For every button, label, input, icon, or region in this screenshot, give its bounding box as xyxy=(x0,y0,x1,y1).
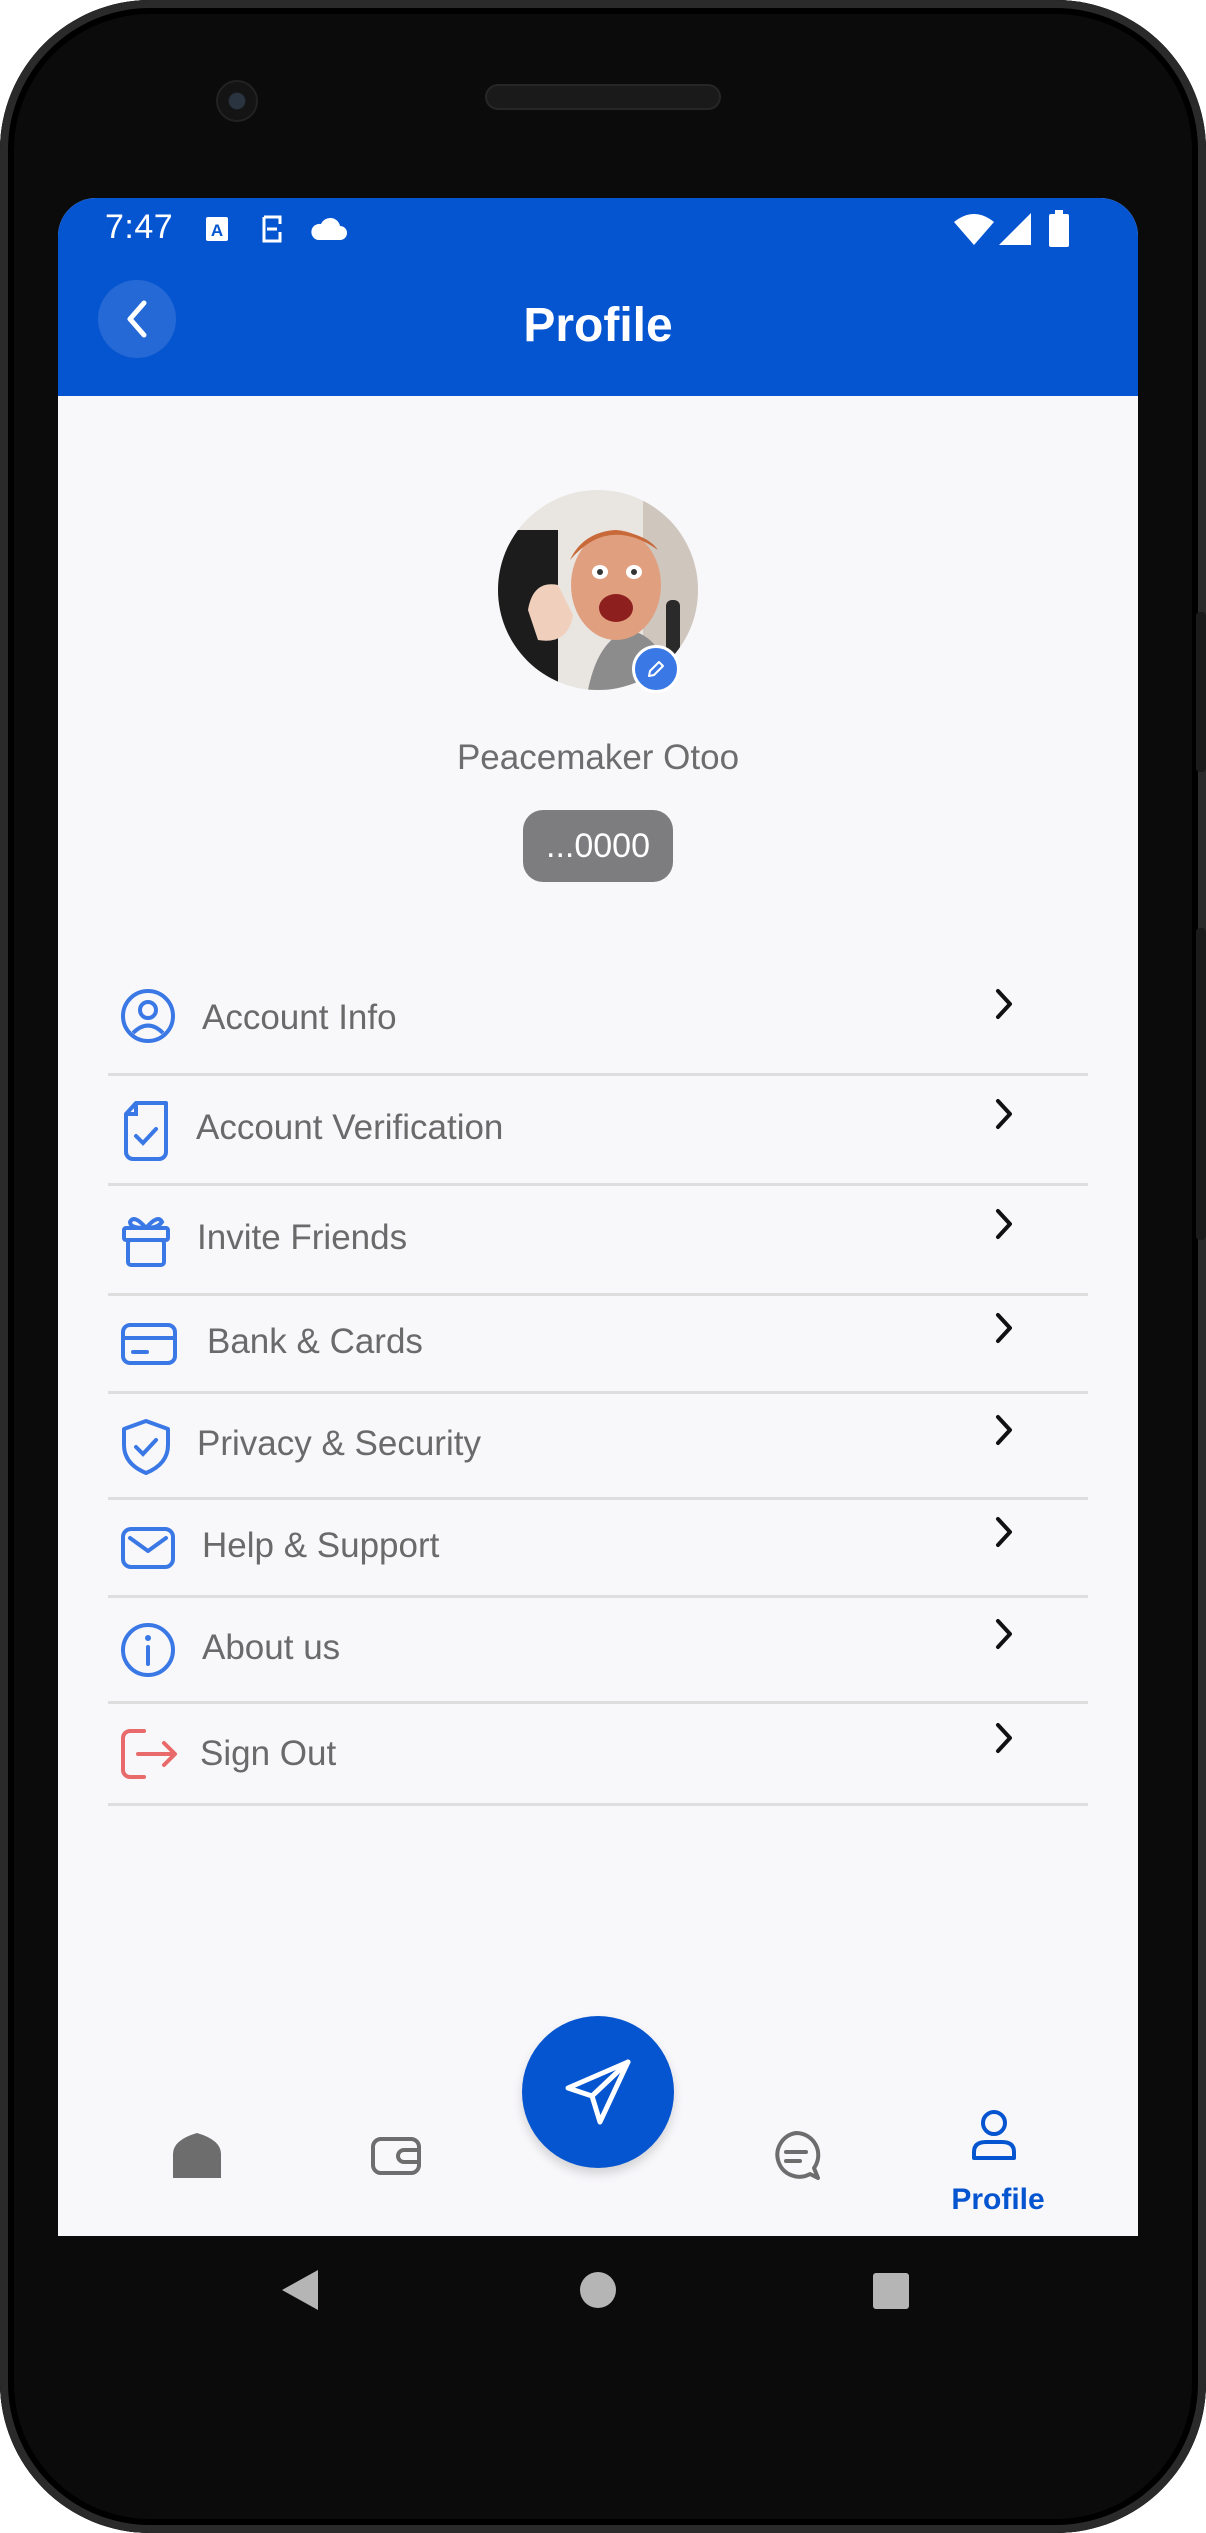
menu-item-label: Privacy & Security xyxy=(197,1424,481,1463)
menu-item-invite-friends[interactable]: Invite Friends xyxy=(108,1186,1088,1296)
notification-a-icon: A xyxy=(206,217,228,241)
battery-icon xyxy=(1049,210,1069,247)
pencil-icon xyxy=(648,661,664,677)
system-nav-bar xyxy=(58,2236,1138,2366)
menu-item-account-verification[interactable]: Account Verification xyxy=(108,1076,1088,1186)
info-icon xyxy=(121,1623,175,1677)
menu-item-label: Invite Friends xyxy=(197,1218,408,1257)
menu-item-label: Account Verification xyxy=(196,1108,504,1147)
menu-item-label: About us xyxy=(202,1628,341,1667)
status-time: 7:47 xyxy=(105,208,174,246)
mail-icon xyxy=(121,1527,175,1569)
power-button xyxy=(1196,612,1206,772)
earpiece-speaker xyxy=(485,84,721,110)
menu-item-label: Bank & Cards xyxy=(207,1322,423,1361)
menu-item-label: Sign Out xyxy=(200,1734,337,1773)
phone-frame: 7:47 A Profile Peacemaker Otoo ...0000 A… xyxy=(0,0,1206,2533)
chevron-right-icon xyxy=(996,1723,1012,1753)
signal-icon xyxy=(999,213,1031,245)
system-home-icon[interactable] xyxy=(578,2270,618,2310)
divider xyxy=(108,1803,1088,1806)
nav-label-profile[interactable]: Profile xyxy=(908,2183,1088,2217)
menu-item-label: Help & Support xyxy=(202,1526,440,1565)
notification-sim-icon xyxy=(262,215,282,243)
profile-icon[interactable] xyxy=(970,2108,1018,2162)
chevron-right-icon xyxy=(996,1517,1012,1547)
credit-card-icon xyxy=(121,1323,177,1365)
sign-out-icon xyxy=(121,1729,177,1779)
chevron-right-icon xyxy=(996,989,1012,1019)
cloud-icon xyxy=(311,217,347,240)
gift-icon xyxy=(122,1217,170,1267)
chevron-right-icon xyxy=(996,1099,1012,1129)
chevron-right-icon xyxy=(996,1619,1012,1649)
svg-text:A: A xyxy=(211,221,223,240)
menu-item-sign-out[interactable]: Sign Out xyxy=(108,1704,1088,1806)
home-icon[interactable] xyxy=(170,2130,224,2180)
menu-item-about-us[interactable]: About us xyxy=(108,1598,1088,1704)
menu-item-label: Account Info xyxy=(202,998,397,1037)
edit-avatar-button[interactable] xyxy=(632,645,680,693)
system-back-icon[interactable] xyxy=(280,2268,320,2312)
system-recents-icon[interactable] xyxy=(872,2272,910,2310)
page-title: Profile xyxy=(523,299,673,352)
chevron-right-icon xyxy=(996,1209,1012,1239)
app-screen: 7:47 A Profile Peacemaker Otoo ...0000 A… xyxy=(58,198,1138,2236)
volume-button xyxy=(1196,928,1206,1240)
front-camera xyxy=(216,80,258,122)
shield-check-icon xyxy=(122,1419,170,1475)
profile-name: Peacemaker Otoo xyxy=(456,738,740,777)
menu-item-help-support[interactable]: Help & Support xyxy=(108,1500,1088,1598)
chevron-right-icon xyxy=(996,1313,1012,1343)
account-number-badge: ...0000 xyxy=(523,810,673,882)
app-bar: 7:47 A Profile xyxy=(58,198,1138,396)
menu-item-bank-cards[interactable]: Bank & Cards xyxy=(108,1296,1088,1394)
wifi-icon xyxy=(954,214,994,245)
send-icon xyxy=(565,2059,631,2125)
wallet-icon[interactable] xyxy=(370,2136,422,2176)
menu-item-account-info[interactable]: Account Info xyxy=(108,938,1088,1076)
chevron-right-icon xyxy=(996,1415,1012,1445)
document-check-icon xyxy=(124,1101,168,1161)
send-button[interactable] xyxy=(522,2016,674,2168)
user-circle-icon xyxy=(121,989,175,1043)
menu-item-privacy-security[interactable]: Privacy & Security xyxy=(108,1394,1088,1500)
status-bar: 7:47 A xyxy=(58,198,1138,258)
chat-icon[interactable] xyxy=(770,2130,822,2182)
